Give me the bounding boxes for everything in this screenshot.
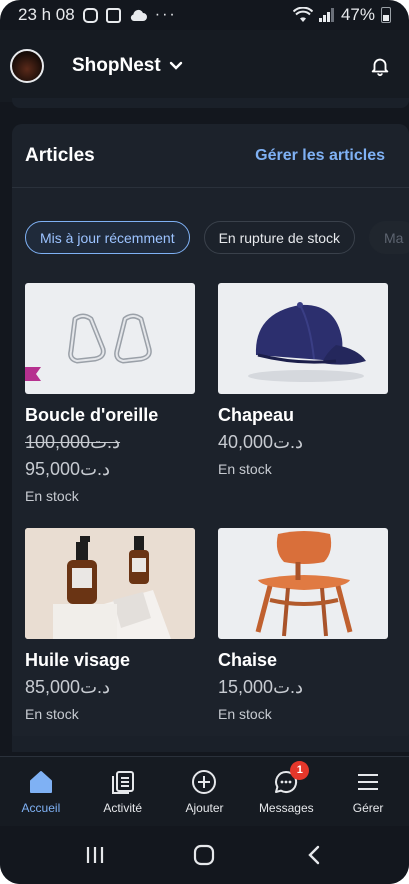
home-icon	[29, 770, 52, 793]
cloud-icon	[130, 9, 147, 21]
header-card-edge	[12, 98, 409, 108]
product-name: Huile visage	[25, 650, 131, 670]
nav-home[interactable]: Accueil	[0, 757, 82, 826]
plus-circle-icon	[192, 769, 217, 794]
chip-out-of-stock[interactable]: En rupture de stock	[203, 221, 355, 254]
product-price: د.ت95,000	[25, 459, 111, 479]
battery-percent: 47%	[340, 5, 375, 24]
home-button[interactable]	[184, 835, 224, 875]
product-stock: En stock	[218, 461, 272, 477]
phone-screen: 23 h 08 ··· 47% ShopNest Articles Gérer …	[0, 0, 409, 884]
product-image-chair	[218, 528, 388, 639]
wifi-icon	[292, 7, 313, 22]
product-card-hat[interactable]: Chapeau د.ت40,000 En stock	[218, 283, 388, 477]
product-image-hat	[218, 283, 388, 394]
cap-image	[248, 302, 366, 382]
articles-title: Articles	[25, 144, 95, 166]
product-name: Boucle d'oreille	[25, 405, 159, 425]
product-image-earrings	[25, 283, 195, 394]
bell-icon[interactable]	[369, 55, 391, 77]
product-image-face-oil	[25, 528, 195, 639]
recent-apps-button[interactable]	[75, 835, 115, 875]
status-bar: 23 h 08 ··· 47%	[0, 0, 409, 30]
back-chevron-icon	[308, 845, 320, 865]
nav-messages[interactable]: 1 Messages	[245, 757, 327, 826]
chevron-down-icon[interactable]	[169, 61, 183, 71]
instagram-icon	[82, 7, 98, 23]
product-name: Chapeau	[218, 405, 295, 425]
articles-card: Articles Gérer les articles Mis à jour r…	[12, 124, 409, 744]
messages-badge: 1	[290, 760, 310, 780]
product-card-face-oil[interactable]: Huile visage د.ت85,000 En stock	[25, 528, 195, 722]
chip-recently-updated[interactable]: Mis à jour récemment	[25, 221, 190, 254]
nav-activity-label: Activité	[103, 800, 143, 815]
next-card-edge	[12, 736, 409, 752]
product-old-price: د.ت100,000	[25, 432, 121, 452]
signal-icon	[318, 8, 334, 22]
avatar[interactable]	[10, 49, 44, 83]
back-button[interactable]	[294, 835, 334, 875]
hamburger-menu-icon	[358, 773, 379, 790]
articles-header: Articles Gérer les articles	[12, 124, 409, 188]
nav-home-label: Accueil	[21, 800, 61, 815]
app-header: ShopNest	[0, 30, 409, 102]
product-stock: En stock	[218, 706, 272, 722]
bottom-nav: Accueil Activité Ajouter 1 Messages Gére…	[0, 756, 409, 826]
nav-activity[interactable]: Activité	[82, 757, 164, 826]
filter-chips: Mis à jour récemment En rupture de stock…	[25, 221, 409, 254]
product-card-chair[interactable]: Chaise د.ت15,000 En stock	[218, 528, 388, 722]
product-price: د.ت40,000	[218, 432, 304, 452]
more-notifications: ···	[154, 6, 177, 23]
image-icon	[105, 7, 121, 23]
earrings-image	[68, 313, 152, 364]
sale-ribbon-icon	[25, 367, 41, 381]
chip-more[interactable]: Ma	[369, 221, 409, 254]
product-card-earrings[interactable]: Boucle d'oreille د.ت100,000 د.ت95,000 En…	[25, 283, 195, 504]
nav-add[interactable]: Ajouter	[164, 757, 246, 826]
home-square-icon	[194, 844, 215, 866]
battery-icon	[381, 7, 391, 23]
nav-manage[interactable]: Gérer	[327, 757, 409, 826]
activity-list-icon	[111, 770, 134, 794]
nav-manage-label: Gérer	[352, 800, 384, 815]
nav-add-label: Ajouter	[185, 800, 224, 815]
product-stock: En stock	[25, 706, 79, 722]
status-time: 23 h 08	[18, 5, 75, 24]
chair-image	[255, 531, 353, 637]
recent-apps-icon	[86, 847, 103, 863]
product-price: د.ت85,000	[25, 677, 111, 697]
store-name[interactable]: ShopNest	[72, 55, 161, 77]
manage-articles-link[interactable]: Gérer les articles	[255, 147, 385, 165]
system-nav-bar	[0, 826, 409, 884]
nav-messages-label: Messages	[258, 800, 314, 815]
product-price: د.ت15,000	[218, 677, 304, 697]
product-stock: En stock	[25, 488, 79, 504]
oil-bottles-image	[25, 528, 195, 639]
product-name: Chaise	[218, 650, 278, 670]
